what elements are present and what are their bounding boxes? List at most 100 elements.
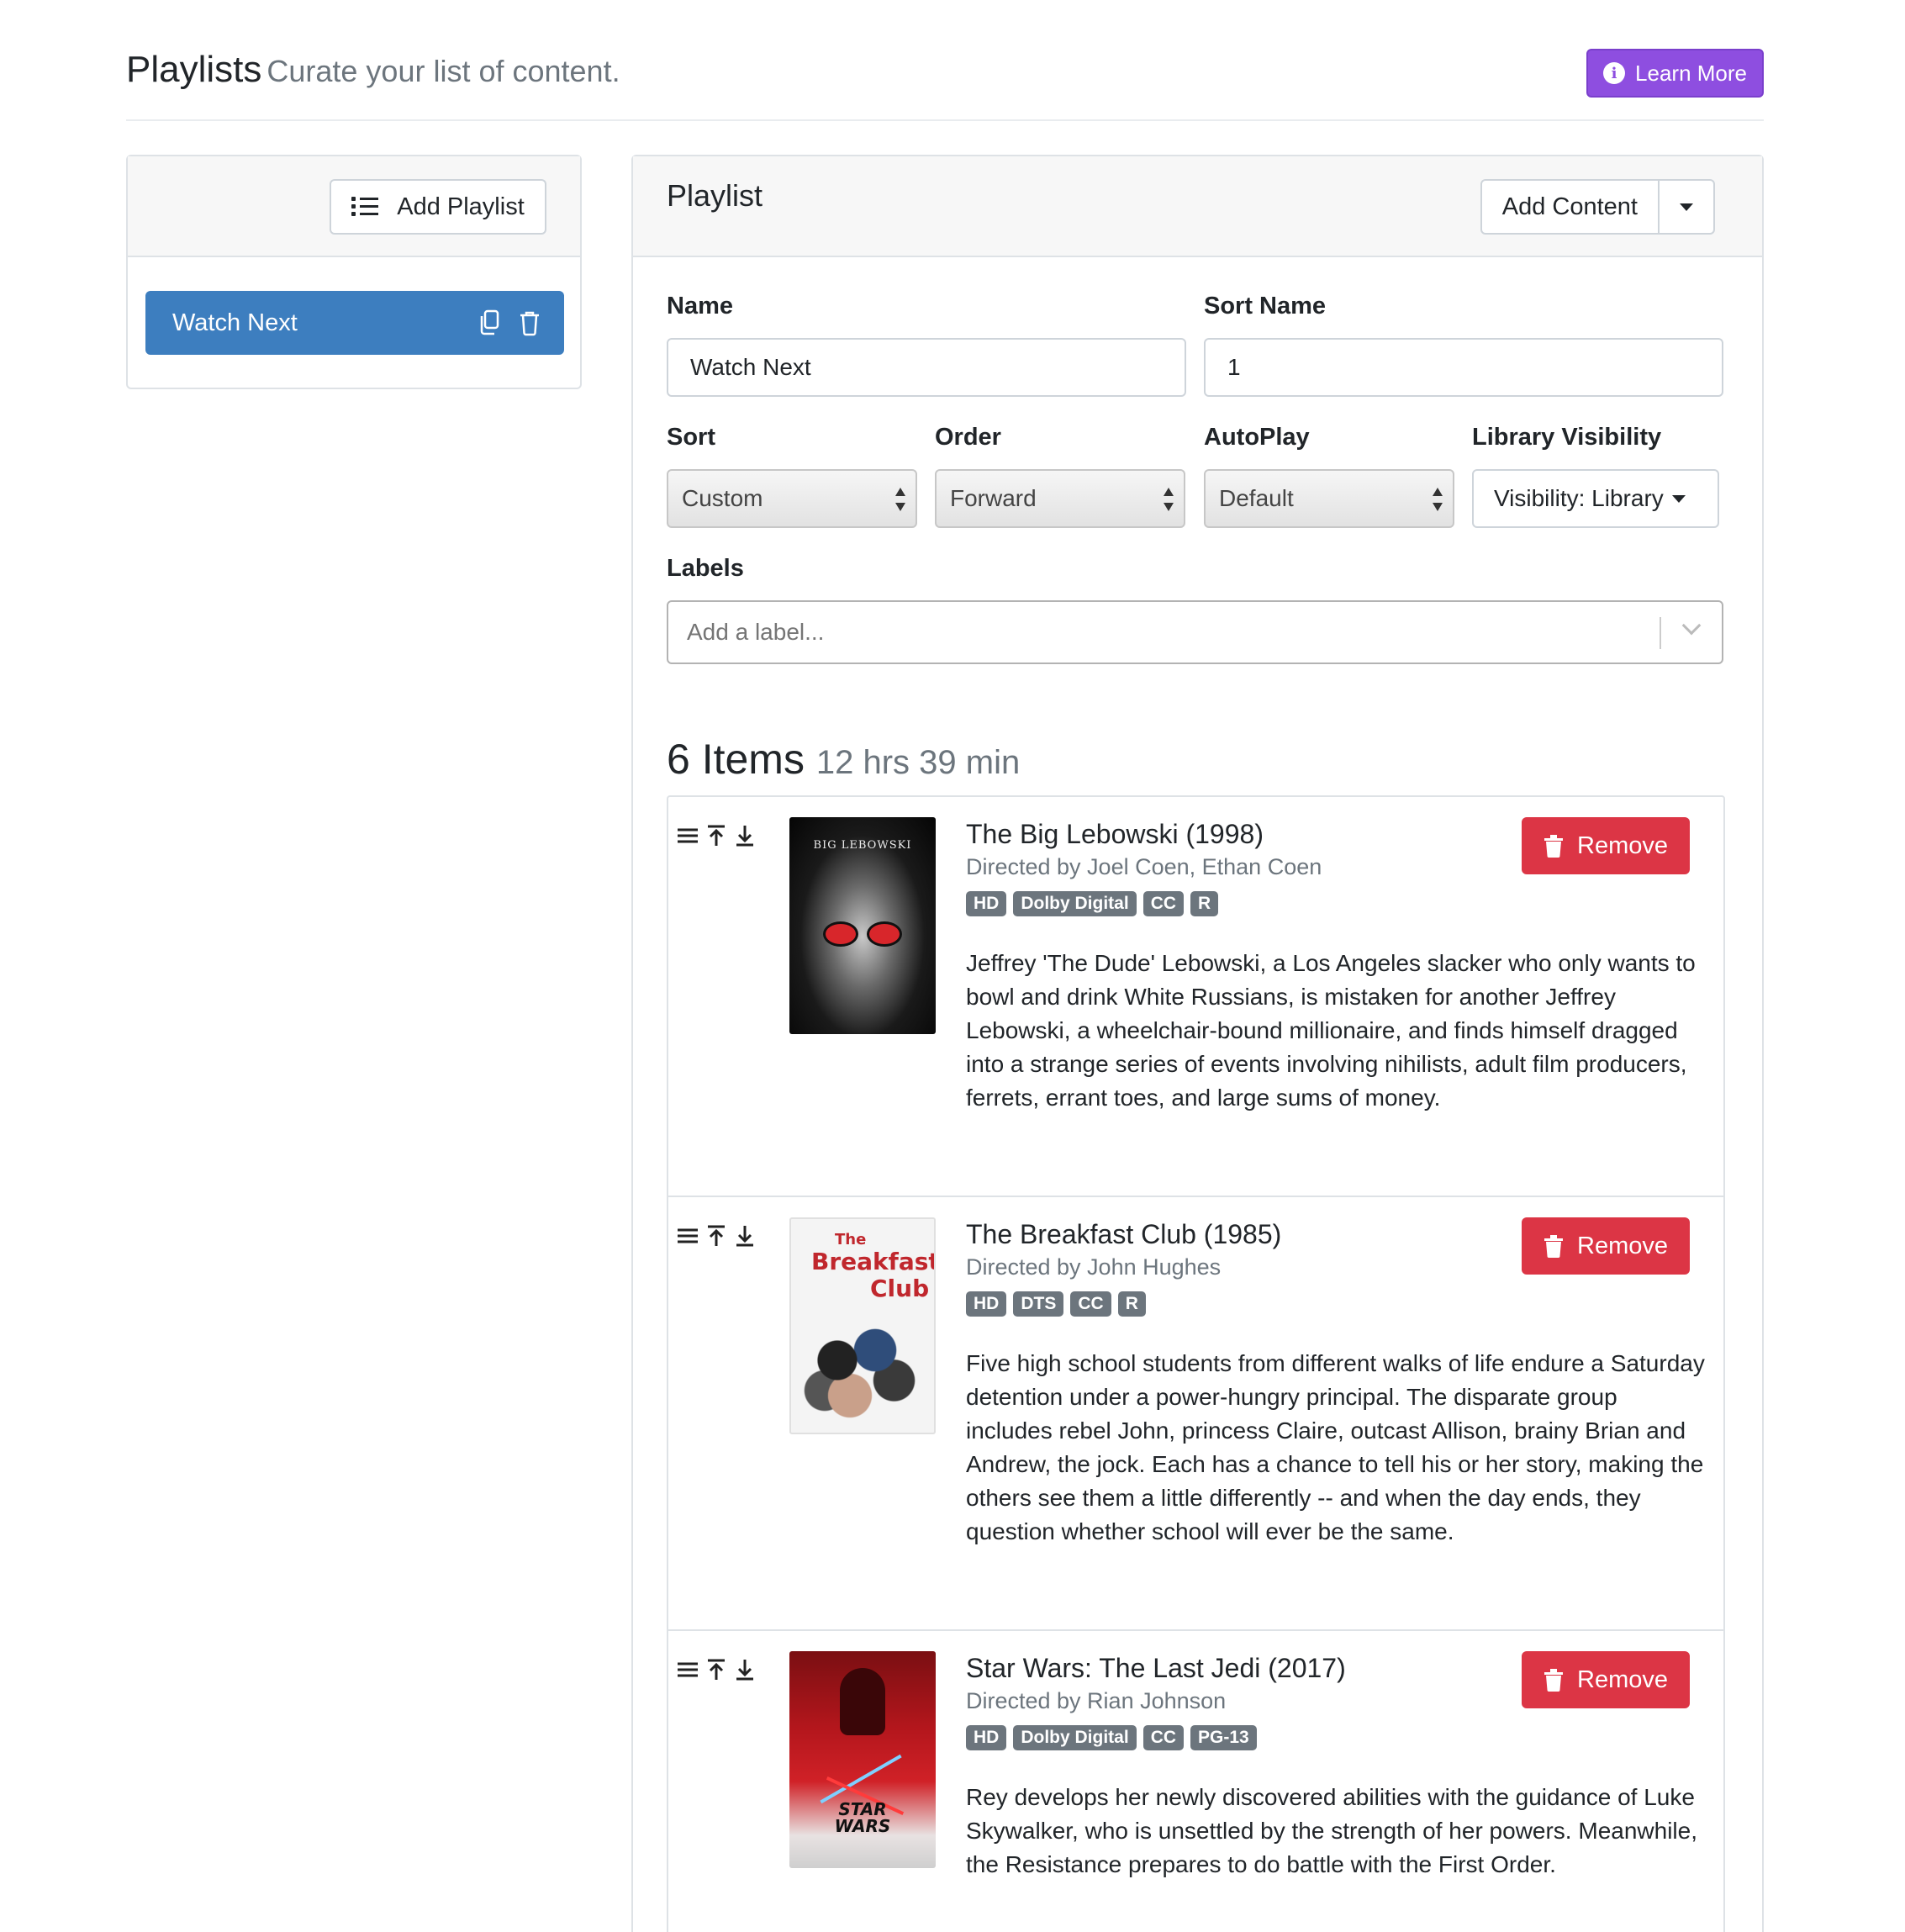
poster-image: BIG LEBOWSKI — [789, 817, 936, 1034]
add-playlist-label: Add Playlist — [397, 193, 525, 220]
chevron-down-icon[interactable] — [1681, 615, 1702, 636]
item-controls — [677, 1658, 756, 1681]
move-to-bottom-icon[interactable] — [734, 824, 756, 847]
list-item: The Breakfast Club The Breakfast Club (1… — [668, 1197, 1723, 1631]
move-to-top-icon[interactable] — [705, 1224, 727, 1248]
trash-icon — [1544, 835, 1563, 858]
playlist-item-watch-next[interactable]: Watch Next — [145, 291, 564, 355]
badge-audio: Dolby Digital — [1013, 891, 1137, 916]
visibility-dropdown-value: Visibility: Library — [1494, 485, 1664, 511]
item-controls — [677, 1224, 756, 1248]
labels-placeholder: Add a label... — [687, 619, 825, 645]
order-label: Order — [935, 424, 1001, 451]
poster-image: The Breakfast Club — [789, 1217, 936, 1434]
poster-title-small: The — [835, 1231, 867, 1248]
item-title[interactable]: The Big Lebowski (1998) — [966, 819, 1264, 850]
item-badges: HD Dolby Digital CC PG-13 — [966, 1725, 1257, 1750]
items-heading: 6 Items 12 hrs 39 min — [667, 735, 1020, 784]
item-description: Jeffrey 'The Dude' Lebowski, a Los Angel… — [966, 950, 1696, 1111]
item-description: Five high school students from different… — [966, 1350, 1705, 1544]
page-title-text: Playlists — [126, 49, 262, 90]
badge-audio: Dolby Digital — [1013, 1725, 1137, 1750]
move-to-top-icon[interactable] — [705, 1658, 727, 1681]
poster-hooded-figure — [840, 1668, 885, 1735]
sidebar-header: Add Playlist — [128, 156, 580, 257]
chevron-down-icon — [1671, 494, 1686, 503]
order-select[interactable]: Forward — [935, 469, 1185, 528]
badge-audio: DTS — [1013, 1291, 1064, 1317]
labels-label: Labels — [667, 555, 744, 582]
labels-separator — [1660, 617, 1661, 649]
item-director: Directed by John Hughes — [966, 1254, 1222, 1280]
poster-title-text-2: WARS — [834, 1816, 891, 1836]
sort-name-input[interactable]: 1 — [1204, 338, 1723, 397]
drag-handle-icon[interactable] — [677, 824, 699, 847]
item-badges: HD DTS CC R — [966, 1291, 1146, 1317]
poster-title-text: Breakfast — [811, 1248, 936, 1275]
item-description: Rey develops her newly discovered abilit… — [966, 1784, 1697, 1877]
list-item: STAR WARS Star Wars: The Last Jedi (2017… — [668, 1631, 1723, 1932]
remove-label: Remove — [1577, 1665, 1668, 1693]
remove-button[interactable]: Remove — [1522, 1217, 1690, 1275]
remove-label: Remove — [1577, 1232, 1668, 1259]
info-icon: i — [1603, 62, 1626, 84]
remove-button[interactable]: Remove — [1522, 817, 1690, 874]
playlist-item-label: Watch Next — [172, 309, 298, 336]
item-badges: HD Dolby Digital CC R — [966, 891, 1219, 916]
sort-name-label: Sort Name — [1204, 293, 1327, 319]
playlist-editor: Playlist Add Content Name Watch Next Sor… — [631, 155, 1764, 1932]
move-to-bottom-icon[interactable] — [734, 1658, 756, 1681]
badge-captions: CC — [1142, 891, 1185, 916]
badge-resolution: HD — [966, 1725, 1007, 1750]
poster-lens-left — [823, 921, 858, 947]
add-content-button[interactable]: Add Content — [1482, 181, 1660, 233]
item-controls — [677, 824, 756, 847]
editor-title: Playlist — [667, 178, 763, 213]
poster-title-text-2: Club — [870, 1275, 930, 1302]
badge-resolution: HD — [966, 891, 1007, 916]
badge-rating: R — [1190, 891, 1219, 916]
autoplay-select-value: Default — [1219, 485, 1294, 511]
page-header: Playlists Curate your list of content. i … — [126, 49, 1764, 121]
move-to-top-icon[interactable] — [705, 824, 727, 847]
poster-cast-figures — [799, 1320, 926, 1421]
drag-handle-icon[interactable] — [677, 1224, 699, 1248]
items-list: BIG LEBOWSKI The Big Lebowski (1998) Dir… — [667, 795, 1725, 1932]
remove-button[interactable]: Remove — [1522, 1651, 1690, 1708]
name-label: Name — [667, 293, 733, 319]
poster-lens-right — [867, 921, 902, 947]
duplicate-icon[interactable] — [478, 309, 500, 336]
badge-rating: R — [1117, 1291, 1146, 1317]
chevron-down-icon — [1680, 203, 1693, 211]
add-content-dropdown-toggle[interactable] — [1660, 181, 1713, 233]
move-to-bottom-icon[interactable] — [734, 1224, 756, 1248]
page-subtitle: Curate your list of content. — [266, 54, 620, 88]
select-arrows-icon — [1164, 488, 1174, 511]
add-playlist-button[interactable]: Add Playlist — [330, 179, 546, 235]
editor-header: Playlist Add Content — [633, 156, 1762, 257]
trash-icon — [1544, 1669, 1563, 1692]
item-title[interactable]: Star Wars: The Last Jedi (2017) — [966, 1653, 1346, 1684]
item-director: Directed by Rian Johnson — [966, 1688, 1227, 1713]
select-arrows-icon — [1433, 488, 1443, 511]
learn-more-button[interactable]: i Learn More — [1586, 49, 1764, 98]
items-count: 6 Items — [667, 736, 805, 783]
delete-icon[interactable] — [519, 309, 541, 336]
name-input[interactable]: Watch Next — [667, 338, 1186, 397]
page-title: Playlists Curate your list of content. — [126, 49, 620, 91]
order-select-value: Forward — [950, 485, 1037, 511]
sort-select[interactable]: Custom — [667, 469, 917, 528]
select-arrows-icon — [895, 488, 905, 511]
item-title[interactable]: The Breakfast Club (1985) — [966, 1219, 1281, 1250]
add-content-group: Add Content — [1480, 179, 1715, 235]
badge-captions: CC — [1070, 1291, 1111, 1317]
labels-input[interactable]: Add a label... — [667, 600, 1723, 664]
visibility-dropdown[interactable]: Visibility: Library — [1472, 469, 1719, 528]
remove-label: Remove — [1577, 831, 1668, 859]
badge-resolution: HD — [966, 1291, 1007, 1317]
poster-image: STAR WARS — [789, 1651, 936, 1868]
list-icon — [351, 197, 379, 217]
badge-rating: PG-13 — [1190, 1725, 1257, 1750]
autoplay-select[interactable]: Default — [1204, 469, 1454, 528]
drag-handle-icon[interactable] — [677, 1658, 699, 1681]
